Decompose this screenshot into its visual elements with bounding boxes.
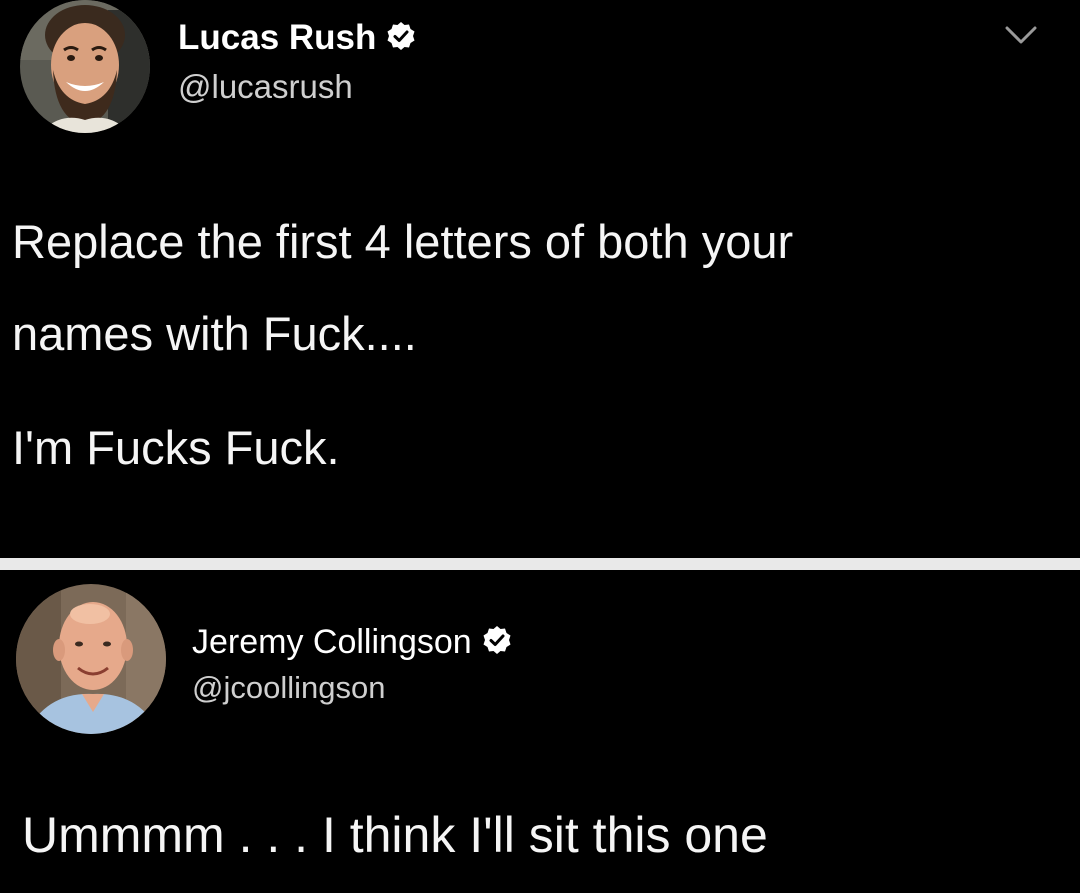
- avatar[interactable]: [20, 0, 150, 133]
- chevron-down-icon[interactable]: [1003, 22, 1039, 48]
- tweet-text-line: names with Fuck....: [12, 307, 417, 360]
- display-name[interactable]: Jeremy Collingson: [192, 623, 472, 662]
- tweet-text-line: Replace the first 4 letters of both your: [12, 215, 794, 268]
- divider: [0, 558, 1080, 570]
- user-name-row[interactable]: Jeremy Collingson: [192, 620, 512, 664]
- tweet-text-line: Ummmm . . . I think I'll sit this one: [22, 807, 768, 863]
- verified-badge-icon: [482, 625, 512, 660]
- user-handle[interactable]: @jcoollingson: [192, 670, 385, 706]
- tweet-text-line: I'm Fucks Fuck.: [12, 421, 340, 474]
- tweet-lucas-rush: Lucas Rush @lucasrush Replace the first …: [0, 0, 1080, 558]
- user-name-row[interactable]: Lucas Rush: [178, 16, 416, 60]
- display-name[interactable]: Lucas Rush: [178, 18, 376, 58]
- user-handle[interactable]: @lucasrush: [178, 68, 353, 106]
- avatar[interactable]: [16, 584, 166, 734]
- tweet-jeremy-collingson: Jeremy Collingson @jcoollingson Ummmm . …: [0, 570, 1080, 893]
- verified-badge-icon: [386, 21, 416, 56]
